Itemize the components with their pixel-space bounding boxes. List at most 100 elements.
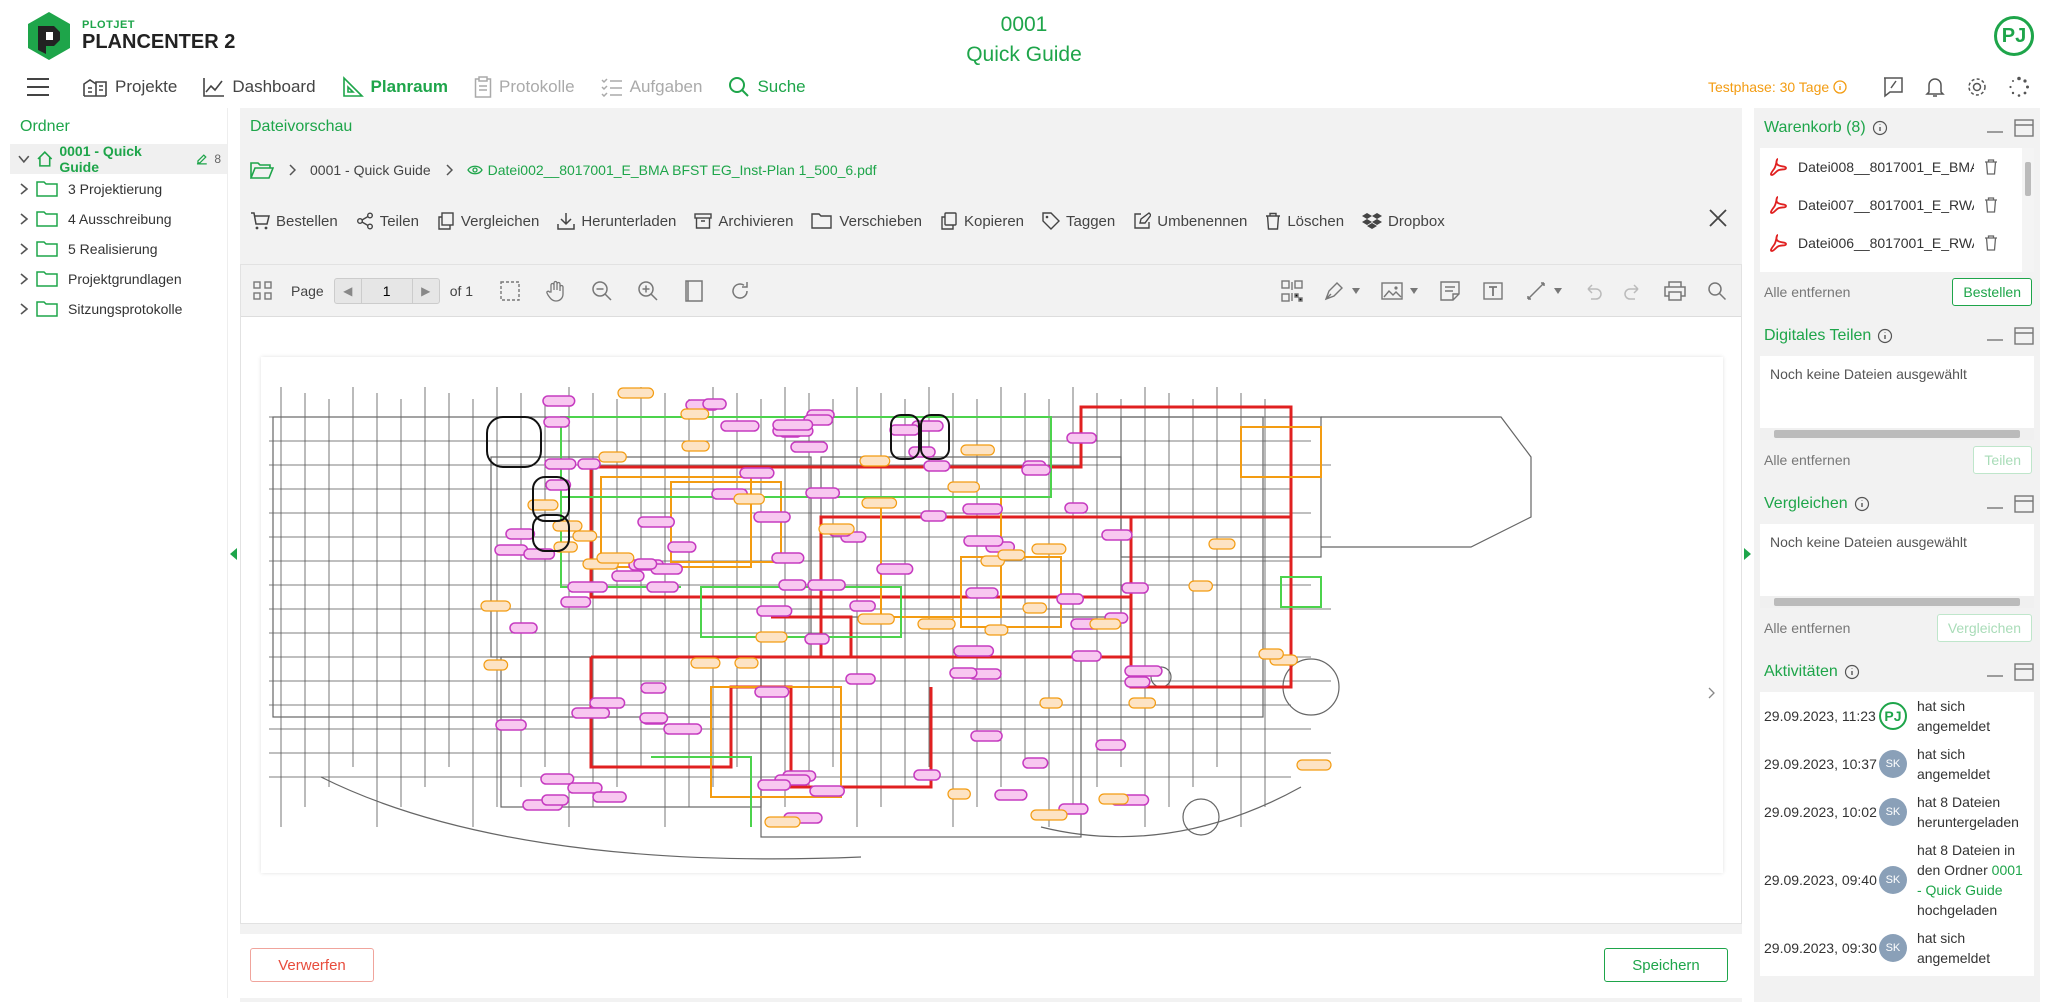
discard-button[interactable]: Verwerfen: [250, 948, 374, 982]
pen-icon[interactable]: [1323, 280, 1345, 302]
nav-protokolle[interactable]: Protokolle: [474, 76, 575, 98]
copy-button[interactable]: Kopieren: [940, 212, 1024, 230]
trash-icon[interactable]: [1984, 197, 1998, 213]
user-avatar[interactable]: PJ: [1994, 16, 2034, 56]
compare-action-button[interactable]: Vergleichen: [1936, 614, 2032, 642]
cart-remove-all[interactable]: Alle entfernen: [1764, 284, 1850, 300]
folder-list: 3 Projektierung 4 Ausschreibung 5 Realisie…: [10, 174, 227, 324]
nav-dashboard[interactable]: Dashboard: [203, 77, 316, 97]
chevron-right-icon[interactable]: [18, 213, 30, 225]
folder-item[interactable]: Sitzungsprotokolle: [10, 294, 227, 324]
chevron-right-icon[interactable]: [18, 303, 30, 315]
chevron-right-icon[interactable]: [18, 273, 30, 285]
minimize-icon[interactable]: [1986, 123, 2004, 133]
note-icon[interactable]: [1439, 280, 1461, 302]
next-page-icon[interactable]: ▶: [413, 279, 439, 303]
cart-scrollbar[interactable]: [2022, 148, 2034, 272]
info-icon[interactable]: [1877, 328, 1893, 344]
folder-item[interactable]: 5 Realisierung: [10, 234, 227, 264]
folder-item[interactable]: 4 Ausschreibung: [10, 204, 227, 234]
share-remove-all[interactable]: Alle entfernen: [1764, 452, 1850, 468]
image-icon[interactable]: [1381, 280, 1403, 302]
qr-code-icon[interactable]: [1281, 279, 1303, 302]
share-action-button[interactable]: Teilen: [1973, 446, 2032, 474]
minimize-icon[interactable]: [1986, 331, 2004, 341]
trash-icon[interactable]: [1984, 159, 1998, 175]
gear-icon[interactable]: [1966, 76, 1988, 98]
hand-pan-icon[interactable]: [545, 280, 567, 302]
viewer-scroll-right-icon[interactable]: [1707, 687, 1715, 699]
redo-icon[interactable]: [1623, 281, 1643, 301]
cart-item[interactable]: Datei006__8017001_E_RWA E...: [1760, 224, 2034, 262]
compare-remove-all[interactable]: Alle entfernen: [1764, 620, 1850, 636]
bell-icon[interactable]: [1924, 76, 1946, 98]
chevron-right-icon[interactable]: [18, 183, 30, 195]
compare-scrollbar[interactable]: [1760, 596, 2034, 608]
download-button[interactable]: Herunterladen: [557, 212, 676, 230]
zoom-in-icon[interactable]: [637, 280, 659, 302]
pdf-icon: [1770, 234, 1787, 252]
undo-icon[interactable]: [1583, 281, 1603, 301]
cart-order-button[interactable]: Bestellen: [1952, 278, 2032, 306]
info-icon[interactable]: [1872, 120, 1888, 136]
floor-plan-drawing[interactable]: [261, 357, 1723, 873]
close-icon[interactable]: [1708, 208, 1728, 228]
caret-down-icon[interactable]: [1409, 287, 1419, 295]
nav-planraum[interactable]: Planraum: [342, 76, 448, 98]
nav-suche[interactable]: Suche: [728, 76, 806, 98]
breadcrumb-file[interactable]: Datei002__8017001_E_BMA BFST EG_Inst-Pla…: [466, 162, 877, 178]
folder-item[interactable]: Projektgrundlagen: [10, 264, 227, 294]
maximize-icon[interactable]: [2014, 327, 2034, 345]
text-box-icon[interactable]: [1481, 280, 1505, 302]
folder-item[interactable]: 3 Projektierung: [10, 174, 227, 204]
magenta-tag: [889, 424, 921, 436]
archive-button[interactable]: Archivieren: [694, 212, 793, 230]
collapse-right-icon[interactable]: [1744, 548, 1752, 560]
compare-button[interactable]: Vergleichen: [437, 212, 539, 230]
rotate-icon[interactable]: [729, 280, 751, 302]
share-button[interactable]: Teilen: [356, 212, 419, 230]
zoom-out-icon[interactable]: [591, 280, 613, 302]
cart-item[interactable]: Datei008__8017001_E_BMA B...: [1760, 148, 2034, 186]
caret-down-icon[interactable]: [1553, 287, 1563, 295]
feedback-icon[interactable]: [1882, 76, 1904, 98]
share-scrollbar[interactable]: [1760, 428, 2034, 440]
nav-aufgaben[interactable]: Aufgaben: [601, 77, 702, 97]
chevron-down-icon[interactable]: [18, 153, 30, 165]
save-button[interactable]: Speichern: [1604, 948, 1728, 982]
tag-button[interactable]: Taggen: [1042, 212, 1115, 230]
edit-icon[interactable]: [195, 152, 209, 166]
folder-root[interactable]: 0001 - Quick Guide 8: [10, 143, 227, 175]
thumbnails-icon[interactable]: [253, 280, 273, 301]
breadcrumb-folder[interactable]: 0001 - Quick Guide: [310, 162, 431, 178]
maximize-icon[interactable]: [2014, 119, 2034, 137]
trial-indicator[interactable]: Testphase: 30 Tage: [1708, 79, 1847, 95]
order-button[interactable]: Bestellen: [250, 212, 338, 230]
maximize-icon[interactable]: [2014, 663, 2034, 681]
collapse-left-icon[interactable]: [230, 548, 238, 560]
chevron-right-icon[interactable]: [18, 243, 30, 255]
trash-icon[interactable]: [1984, 235, 1998, 251]
cart-item[interactable]: Datei007__8017001_E_RWA U...: [1760, 186, 2034, 224]
fit-page-icon[interactable]: [683, 279, 705, 302]
info-icon[interactable]: [1854, 496, 1870, 512]
activity-date: 29.09.2023, 10:37: [1764, 756, 1877, 772]
caret-down-icon[interactable]: [1351, 287, 1361, 295]
info-icon[interactable]: [1844, 664, 1860, 680]
hamburger-menu-icon[interactable]: [24, 77, 52, 97]
page-input[interactable]: [360, 278, 413, 303]
move-button[interactable]: Verschieben: [811, 212, 922, 230]
rename-button[interactable]: Umbenennen: [1133, 212, 1247, 230]
nav-projekte[interactable]: Projekte: [82, 76, 177, 98]
folder-open-icon[interactable]: [250, 160, 274, 180]
maximize-icon[interactable]: [2014, 495, 2034, 513]
select-rect-icon[interactable]: [499, 280, 521, 302]
delete-button[interactable]: Löschen: [1265, 212, 1344, 230]
dropbox-button[interactable]: Dropbox: [1362, 212, 1445, 230]
print-icon[interactable]: [1663, 280, 1687, 302]
prev-page-icon[interactable]: ◀: [335, 279, 361, 303]
minimize-icon[interactable]: [1986, 667, 2004, 677]
line-tool-icon[interactable]: [1525, 280, 1547, 302]
search-icon[interactable]: [1707, 281, 1727, 301]
minimize-icon[interactable]: [1986, 499, 2004, 509]
